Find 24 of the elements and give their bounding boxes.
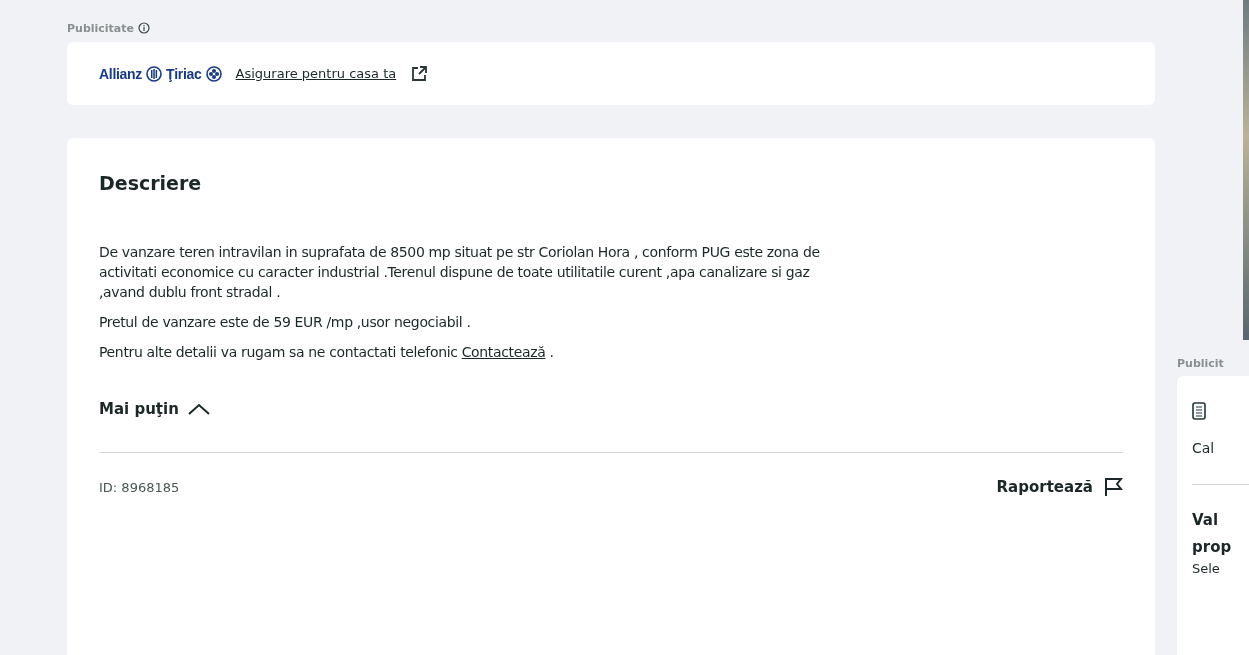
card-heading: prop xyxy=(1192,537,1233,558)
listing-id: ID: 8968185 xyxy=(99,479,180,495)
info-icon[interactable] xyxy=(138,22,150,34)
card-text: Sele xyxy=(1192,561,1221,576)
emblem-icon xyxy=(146,65,163,82)
flag-icon xyxy=(1103,477,1123,497)
calculator-icon xyxy=(1192,402,1206,420)
card-text: Cal xyxy=(1192,440,1216,456)
description-paragraph: De vanzare teren intravilan in suprafata de 8500 mp situat pe str Coriolan Hora , conform PUG este zona de activitati economice cu caracter industrial .Terenul dispune de toate utilitatile curent ,apa canalizare si gaz ,avand dublu front stradal . xyxy=(99,243,821,302)
section-title: Descriere xyxy=(99,172,203,196)
description-paragraph: Pentru alte detalii va rugam sa ne contactati telefonic Contactează . xyxy=(99,343,555,362)
show-less-button[interactable]: Mai puţin xyxy=(99,400,211,418)
chevron-icon xyxy=(186,402,211,416)
description-paragraph: Pretul de vanzare este de 59 EUR /mp ,usor negociabil . xyxy=(99,313,472,332)
external-link-icon[interactable] xyxy=(410,64,429,83)
brand-logo-text: Ţiriac xyxy=(166,65,202,82)
report-button[interactable]: Raportează xyxy=(996,477,1123,497)
ad-label: Publicitate xyxy=(67,21,134,35)
contact-link[interactable]: Contactează xyxy=(461,344,546,360)
brand-logo-text: Allianz xyxy=(99,65,143,82)
ad-label: Publicit xyxy=(1177,357,1225,370)
emblem-icon xyxy=(205,65,222,82)
ad-link[interactable]: Asigurare pentru casa ta xyxy=(235,66,397,81)
card-heading: Val xyxy=(1192,510,1220,531)
